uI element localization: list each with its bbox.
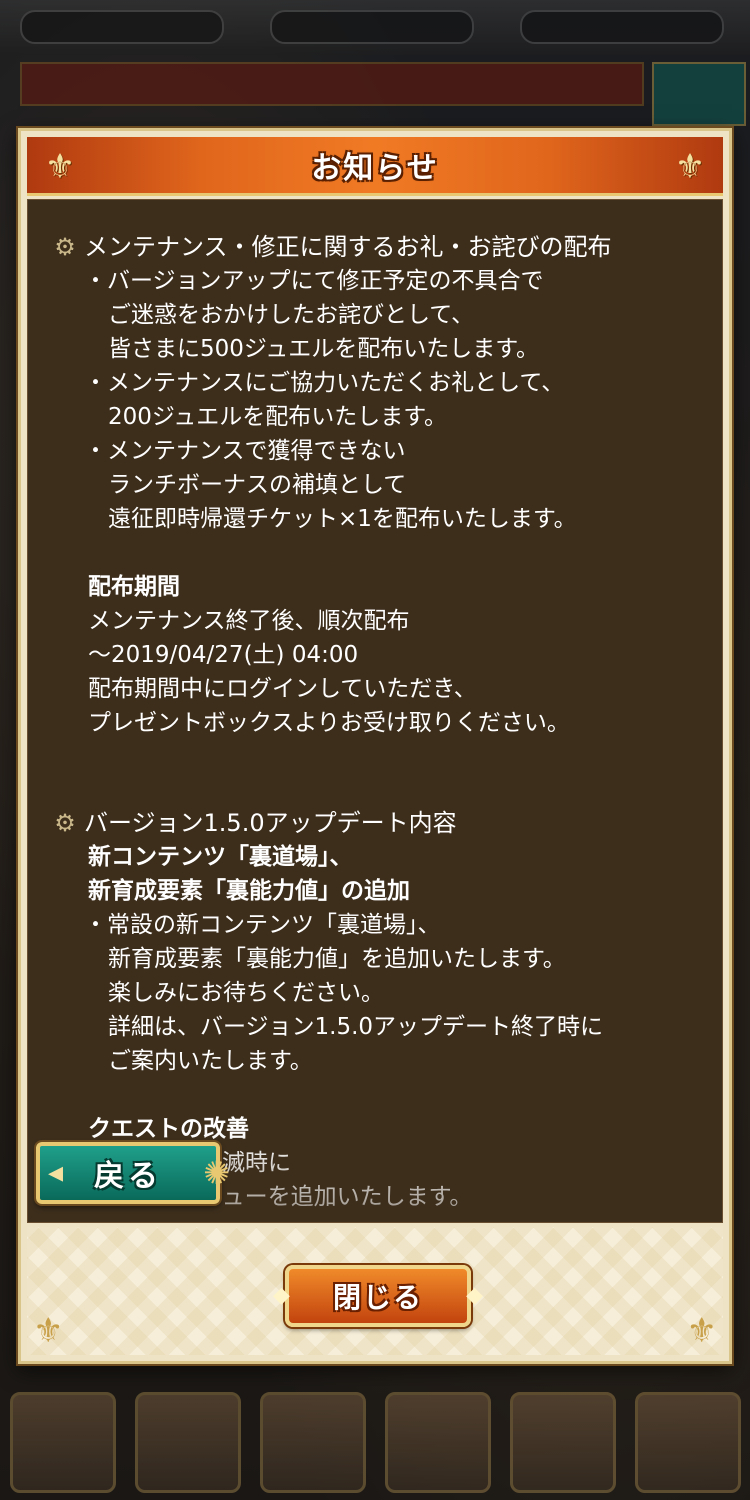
diamond-icon: ◆	[273, 1283, 290, 1308]
background-banner	[20, 62, 644, 106]
nav-icon	[384, 1392, 491, 1493]
back-button[interactable]: ◂ 戻る ✺	[36, 1142, 230, 1204]
nav-icon	[134, 1392, 241, 1493]
section-heading: ⚙ メンテナンス・修正に関するお礼・お詫びの配布	[52, 230, 722, 264]
list-item: ・バージョンアップにて修正予定の不具合で ご迷惑をおかけしたお詫びとして、 皆さ…	[84, 268, 544, 362]
dialog-title: お知らせ	[311, 151, 439, 186]
top-resource-bar	[0, 0, 750, 55]
dialog-header: ⚜ お知らせ ⚜	[27, 137, 723, 196]
nav-icon	[634, 1392, 741, 1493]
period-heading: 配布期間	[88, 574, 180, 600]
dialog-footer: ⚜ ◆ 閉じる ◆ ⚜	[27, 1227, 723, 1355]
resource-counter	[20, 10, 224, 44]
close-button-label: 閉じる	[332, 1281, 423, 1314]
gear-icon: ⚙	[54, 233, 76, 261]
resource-counter	[520, 10, 724, 44]
gear-icon: ✺	[203, 1154, 230, 1192]
background-menu-button	[652, 62, 746, 126]
bottom-nav-background	[0, 1385, 750, 1500]
list-item: ・メンテナンスにご協力いただくお礼として、 200ジュエルを配布いたします。	[84, 370, 565, 430]
nav-icon	[509, 1392, 616, 1493]
close-button[interactable]: ◆ 閉じる ◆	[273, 1265, 483, 1327]
diamond-icon: ◆	[466, 1283, 483, 1308]
period-text: メンテナンス終了後、順次配布 〜2019/04/27(土) 04:00 配布期間…	[88, 608, 570, 736]
sub-heading: 新コンテンツ「裏道場」、 新育成要素「裏能力値」の追加	[88, 844, 410, 904]
list-item: ・常設の新コンテンツ「裏道場」、 新育成要素「裏能力値」を追加いたします。 楽し…	[84, 912, 604, 1074]
left-arrow-icon: ◂	[48, 1155, 64, 1190]
back-button-label: 戻る	[94, 1159, 162, 1194]
nav-icon	[259, 1392, 366, 1493]
section-heading-text: メンテナンス・修正に関するお礼・お詫びの配布	[84, 233, 612, 261]
notice-content-scroll[interactable]: ⚙ メンテナンス・修正に関するお礼・お詫びの配布 ・バージョンアップにて修正予定…	[27, 199, 723, 1223]
notice-content: ⚙ メンテナンス・修正に関するお礼・お詫びの配布 ・バージョンアップにて修正予定…	[28, 200, 722, 1214]
sub-heading: クエストの改善	[88, 1116, 249, 1142]
section-heading-text: バージョン1.5.0アップデート内容	[84, 809, 457, 837]
section-heading: ⚙ バージョン1.5.0アップデート内容	[52, 806, 722, 840]
list-item: ・メンテナンスで獲得できない ランチボーナスの補填として 遠征即時帰還チケット×…	[84, 438, 577, 532]
resource-counter	[270, 10, 474, 44]
nav-icon	[9, 1392, 116, 1493]
fleur-de-lis-icon: ⚜	[674, 147, 706, 187]
fleur-de-lis-icon: ⚜	[686, 1311, 717, 1351]
gear-icon: ⚙	[54, 809, 76, 837]
fleur-de-lis-icon: ⚜	[33, 1311, 64, 1351]
fleur-de-lis-icon: ⚜	[44, 147, 76, 187]
